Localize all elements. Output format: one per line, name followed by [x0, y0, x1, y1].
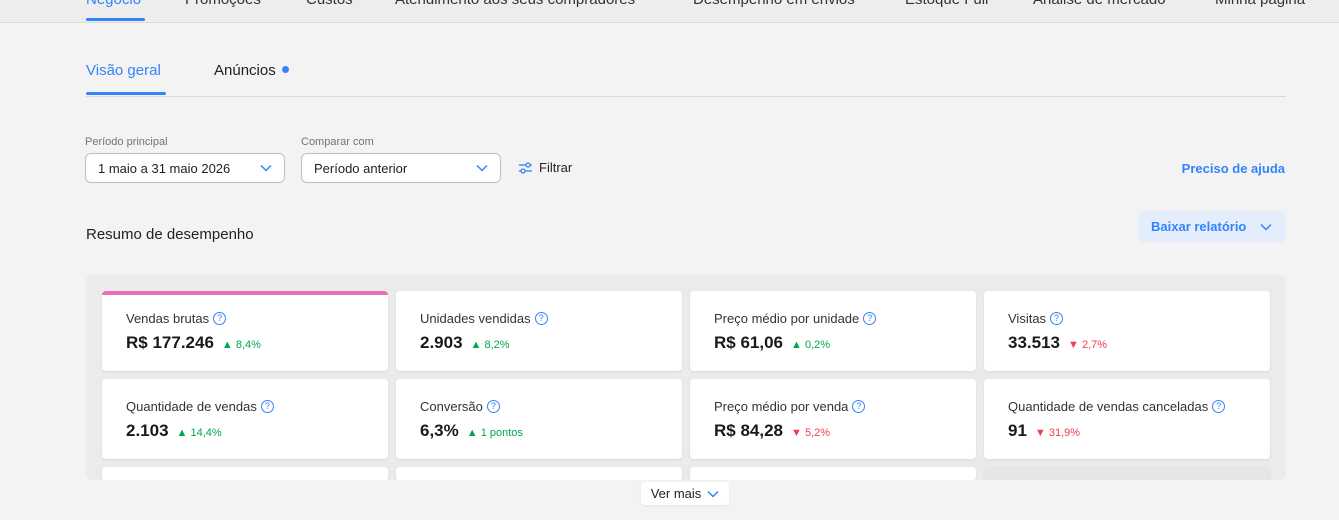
metric-value: R$ 84,28 — [714, 421, 783, 440]
help-icon[interactable]: ? — [213, 312, 227, 325]
tab-anuncios-label: Anúncios — [214, 62, 276, 79]
metric-title: Visitas — [1008, 311, 1047, 326]
metric-card-hidden — [396, 467, 682, 480]
metric-title: Preço médio por unidade — [714, 311, 860, 326]
metric-delta: ▲ 8,4% — [221, 339, 261, 351]
metric-card-unidades-vendidas[interactable]: Unidades vendidas? 2.903 ▲ 8,2% — [396, 291, 682, 371]
topnav-active-indicator — [86, 18, 145, 21]
metric-value: 6,3% — [420, 421, 459, 440]
help-icon[interactable]: ? — [486, 400, 500, 413]
metric-title: Quantidade de vendas — [126, 399, 257, 414]
metric-value: 91 — [1008, 421, 1027, 440]
metric-value: 2.103 — [126, 421, 169, 440]
metric-value: R$ 61,06 — [714, 333, 783, 352]
metric-delta: ▲ 1 pontos — [466, 427, 523, 439]
topnav-estoque-full[interactable]: Estoque Full — [905, 0, 988, 8]
tab-anuncios[interactable]: Anúncios — [214, 62, 289, 79]
period-select[interactable]: 1 maio a 31 maio 2026 — [85, 153, 285, 183]
metric-value: 33.513 — [1008, 333, 1060, 352]
metric-title: Quantidade de vendas canceladas — [1008, 399, 1209, 414]
metric-delta: ▲ 0,2% — [791, 339, 831, 351]
metric-value: 2.903 — [420, 333, 463, 352]
metric-delta: ▲ 14,4% — [176, 427, 222, 439]
metric-delta: ▼ 2,7% — [1068, 339, 1108, 351]
metric-card-hidden — [984, 467, 1270, 480]
filter-label: Filtrar — [539, 160, 573, 175]
see-more-label: Ver mais — [650, 486, 702, 501]
compare-select[interactable]: Período anterior — [301, 153, 501, 183]
topnav-negocio[interactable]: Negócio — [86, 0, 141, 8]
help-icon[interactable]: ? — [534, 312, 548, 325]
period-label: Período principal — [85, 136, 168, 148]
help-icon[interactable]: ? — [260, 400, 274, 413]
metrics-panel: Vendas brutas? R$ 177.246 ▲ 8,4% Unidades… — [86, 275, 1286, 480]
help-icon[interactable]: ? — [1050, 312, 1064, 325]
metric-title: Conversão — [420, 399, 483, 414]
download-report-button[interactable]: Baixar relatório — [1138, 211, 1286, 242]
topnav-minha-pagina[interactable]: Minha página — [1215, 0, 1305, 8]
period-value: 1 maio a 31 maio 2026 — [98, 160, 231, 176]
chevron-down-icon — [260, 164, 272, 172]
compare-label: Comparar com — [301, 136, 374, 148]
topnav-atendimento[interactable]: Atendimento aos seus compradores — [395, 0, 635, 8]
help-icon[interactable]: ? — [863, 312, 877, 325]
compare-value: Período anterior — [314, 160, 408, 176]
metric-card-hidden — [690, 467, 976, 480]
metric-title: Unidades vendidas — [420, 311, 531, 326]
metric-delta: ▼ 31,9% — [1034, 427, 1081, 439]
metric-value: R$ 177.246 — [126, 333, 214, 352]
metric-card-quantidade-vendas[interactable]: Quantidade de vendas? 2.103 ▲ 14,4% — [102, 379, 388, 459]
topnav-desempenho-envios[interactable]: Desempenho em envios — [693, 0, 855, 8]
metric-card-vendas-brutas[interactable]: Vendas brutas? R$ 177.246 ▲ 8,4% — [102, 291, 388, 371]
metric-title: Vendas brutas — [126, 311, 210, 326]
chevron-down-icon — [707, 490, 719, 498]
metric-card-conversao[interactable]: Conversão? 6,3% ▲ 1 pontos — [396, 379, 682, 459]
download-report-label: Baixar relatório — [1151, 219, 1247, 234]
metric-card-preco-medio-unidade[interactable]: Preço médio por unidade? R$ 61,06 ▲ 0,2% — [690, 291, 976, 371]
topnav-custos[interactable]: Custos — [306, 0, 353, 8]
metric-card-vendas-canceladas[interactable]: Quantidade de vendas canceladas? 91 ▼ 31,… — [984, 379, 1270, 459]
tab-bar: Visão geral Anúncios — [86, 58, 1286, 97]
notification-dot — [281, 66, 289, 73]
metric-card-visitas[interactable]: Visitas? 33.513 ▼ 2,7% — [984, 291, 1270, 371]
tab-active-indicator — [86, 92, 166, 95]
chevron-down-icon — [476, 164, 488, 172]
topnav-promocoes[interactable]: Promoções — [185, 0, 261, 8]
tab-visao-geral[interactable]: Visão geral — [86, 62, 161, 79]
metric-delta: ▲ 8,2% — [470, 339, 510, 351]
help-icon[interactable]: ? — [852, 400, 866, 413]
chevron-down-icon — [1260, 223, 1272, 231]
section-title: Resumo de desempenho — [86, 226, 254, 243]
see-more-button[interactable]: Ver mais — [641, 482, 729, 505]
metric-card-hidden — [102, 467, 388, 480]
topnav-analise-mercado[interactable]: Análise de mercado — [1033, 0, 1166, 8]
filter-button[interactable]: Filtrar — [518, 160, 572, 175]
metric-title: Preço médio por venda — [714, 399, 849, 414]
top-navigation: Negócio Promoções Custos Atendimento aos… — [0, 0, 1339, 23]
help-icon[interactable]: ? — [1212, 400, 1226, 413]
metric-delta: ▼ 5,2% — [791, 427, 831, 439]
metric-card-preco-medio-venda[interactable]: Preço médio por venda? R$ 84,28 ▼ 5,2% — [690, 379, 976, 459]
sliders-icon — [519, 161, 532, 174]
help-link[interactable]: Preciso de ajuda — [1182, 161, 1285, 176]
